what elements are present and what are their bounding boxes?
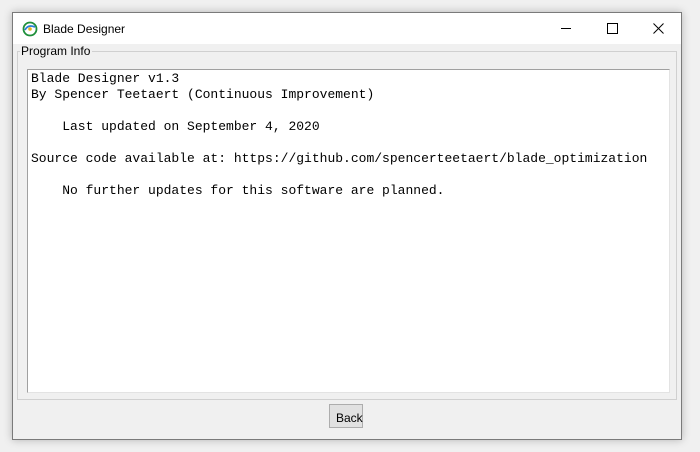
info-line: Blade Designer v1.3	[31, 71, 180, 86]
title-bar[interactable]: Blade Designer	[13, 13, 681, 44]
group-label: Program Info	[20, 44, 93, 58]
program-info-textbox[interactable]: Blade Designer v1.3 By Spencer Teetaert …	[27, 69, 670, 393]
back-button[interactable]: Back	[329, 404, 363, 428]
info-line: Source code available at: https://github…	[31, 151, 648, 166]
app-logo-icon	[22, 21, 38, 37]
close-icon	[652, 23, 664, 34]
info-line: No further updates for this software are…	[31, 183, 445, 198]
close-button[interactable]	[635, 13, 681, 44]
minimize-icon	[561, 28, 571, 29]
app-window: Blade Designer Program Info Blade Design…	[12, 12, 682, 440]
window-title: Blade Designer	[43, 22, 126, 36]
info-line: Last updated on September 4, 2020	[31, 119, 320, 134]
minimize-button[interactable]	[543, 13, 589, 44]
maximize-button[interactable]	[589, 13, 635, 44]
info-line: By Spencer Teetaert (Continuous Improvem…	[31, 87, 375, 102]
program-info-group: Program Info Blade Designer v1.3 By Spen…	[17, 44, 677, 400]
maximize-icon	[606, 23, 618, 34]
